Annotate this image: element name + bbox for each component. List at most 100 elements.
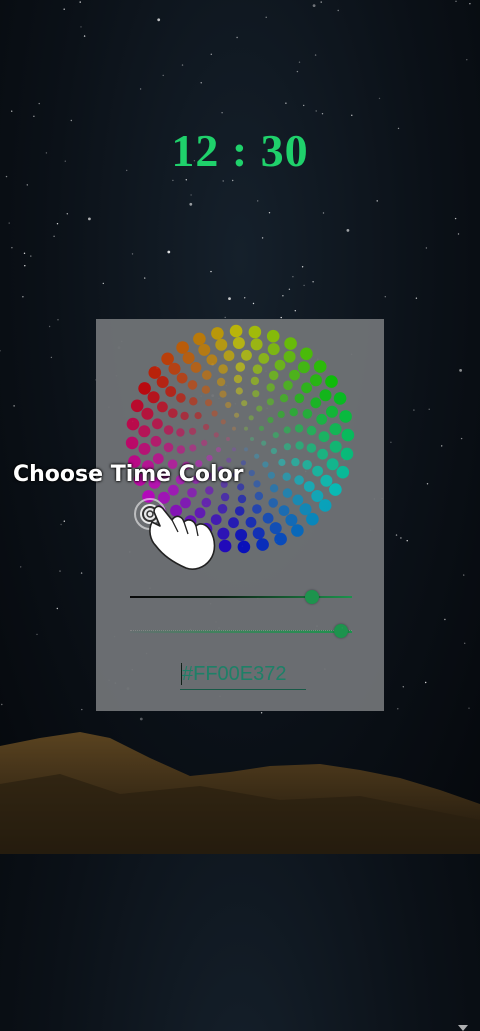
color-wheel-dot[interactable] bbox=[161, 352, 174, 366]
color-wheel-dot[interactable] bbox=[168, 362, 181, 375]
color-wheel-dot[interactable] bbox=[201, 439, 208, 446]
color-wheel-dot[interactable] bbox=[283, 350, 296, 363]
color-wheel-dot[interactable] bbox=[141, 407, 154, 420]
color-wheel-dot[interactable] bbox=[152, 418, 163, 430]
color-wheel-dot[interactable] bbox=[266, 329, 280, 343]
color-wheel-dot[interactable] bbox=[336, 465, 350, 479]
color-wheel-dot[interactable] bbox=[189, 427, 197, 435]
color-wheel-dot[interactable] bbox=[189, 397, 198, 406]
color-wheel-dot[interactable] bbox=[234, 412, 240, 418]
color-wheel-dot[interactable] bbox=[306, 512, 319, 526]
color-wheel-dot[interactable] bbox=[235, 529, 248, 541]
color-wheel-dot[interactable] bbox=[237, 494, 247, 504]
color-wheel-dot[interactable] bbox=[194, 412, 202, 420]
color-wheel-dot[interactable] bbox=[310, 397, 322, 409]
color-wheel-dot[interactable] bbox=[235, 387, 243, 395]
color-wheel-dot[interactable] bbox=[272, 432, 279, 439]
color-wheel-dot[interactable] bbox=[297, 361, 310, 374]
color-wheel-dot[interactable] bbox=[250, 338, 263, 351]
color-wheel-dot[interactable] bbox=[189, 444, 197, 452]
color-wheel-dot[interactable] bbox=[205, 399, 213, 407]
color-wheel-dot[interactable] bbox=[156, 376, 169, 388]
color-wheel-dot[interactable] bbox=[232, 426, 236, 431]
color-wheel-dot[interactable] bbox=[326, 405, 338, 418]
color-wheel-dot[interactable] bbox=[176, 445, 186, 454]
color-wheel-dot[interactable] bbox=[201, 385, 211, 394]
color-wheel-dot[interactable] bbox=[283, 443, 291, 451]
color-wheel-dot[interactable] bbox=[176, 341, 189, 354]
color-wheel-dot[interactable] bbox=[218, 364, 228, 374]
color-wheel-dot[interactable] bbox=[233, 374, 243, 384]
color-wheel-dot[interactable] bbox=[211, 410, 218, 417]
color-wheel-dot[interactable] bbox=[270, 447, 277, 455]
color-wheel-dot[interactable] bbox=[165, 386, 177, 397]
color-wheel-dot[interactable] bbox=[282, 472, 291, 481]
color-wheel-dot[interactable] bbox=[252, 364, 263, 374]
color-wheel-dot[interactable] bbox=[340, 447, 354, 461]
color-wheel-dot[interactable] bbox=[228, 517, 239, 529]
color-wheel-dot[interactable] bbox=[206, 454, 213, 462]
color-wheel-dot[interactable] bbox=[215, 338, 228, 351]
color-wheel-dot[interactable] bbox=[150, 435, 162, 447]
color-wheel-dot[interactable] bbox=[203, 423, 210, 431]
color-wheel-dot[interactable] bbox=[266, 383, 275, 392]
color-wheel-dot[interactable] bbox=[300, 347, 313, 361]
color-wheel-dot[interactable] bbox=[190, 362, 202, 373]
color-wheel-dot[interactable] bbox=[303, 481, 315, 492]
color-wheel-dot[interactable] bbox=[278, 458, 286, 466]
color-wheel-dot[interactable] bbox=[319, 389, 332, 402]
color-wheel-dot[interactable] bbox=[241, 349, 252, 361]
color-wheel-dot[interactable] bbox=[250, 437, 254, 441]
hex-color-input[interactable] bbox=[180, 659, 306, 690]
color-wheel-dot[interactable] bbox=[248, 415, 254, 421]
color-wheel-dot[interactable] bbox=[229, 324, 243, 338]
color-wheel-dot[interactable] bbox=[299, 503, 312, 516]
color-wheel-dot[interactable] bbox=[302, 460, 312, 470]
color-wheel-dot[interactable] bbox=[329, 483, 342, 496]
color-wheel-dot[interactable] bbox=[213, 432, 219, 438]
color-wheel-dot[interactable] bbox=[138, 425, 151, 438]
color-wheel-dot[interactable] bbox=[267, 416, 274, 424]
color-wheel-dot[interactable] bbox=[235, 362, 246, 372]
color-wheel-dot[interactable] bbox=[279, 394, 289, 403]
color-wheel-dot[interactable] bbox=[256, 538, 269, 551]
color-wheel-dot[interactable] bbox=[125, 436, 139, 450]
color-wheel-dot[interactable] bbox=[294, 393, 305, 404]
color-wheel-dot[interactable] bbox=[278, 505, 290, 516]
color-wheel-dot[interactable] bbox=[262, 461, 269, 468]
color-wheel-dot[interactable] bbox=[283, 426, 291, 434]
color-wheel-dot[interactable] bbox=[220, 419, 226, 425]
opacity-slider-thumb[interactable] bbox=[334, 624, 348, 638]
color-wheel-dot[interactable] bbox=[163, 442, 174, 453]
color-wheel-dot[interactable] bbox=[244, 447, 248, 452]
color-wheel-dot[interactable] bbox=[176, 393, 186, 403]
color-wheel-dot[interactable] bbox=[138, 442, 151, 455]
color-wheel-dot[interactable] bbox=[317, 448, 328, 460]
color-wheel-dot[interactable] bbox=[282, 488, 293, 498]
color-wheel-dot[interactable] bbox=[284, 337, 297, 350]
color-wheel-dot[interactable] bbox=[130, 399, 144, 413]
color-wheel-dot[interactable] bbox=[138, 382, 151, 395]
color-wheel-dot[interactable] bbox=[225, 401, 232, 409]
opacity-slider[interactable] bbox=[130, 621, 352, 641]
color-wheel-dot[interactable] bbox=[202, 370, 212, 380]
color-wheel-dot[interactable] bbox=[292, 494, 304, 506]
color-wheel-dot[interactable] bbox=[274, 532, 287, 546]
color-wheel-dot[interactable] bbox=[219, 390, 227, 398]
color-wheel-dot[interactable] bbox=[205, 486, 214, 495]
color-wheel-dot[interactable] bbox=[291, 457, 300, 467]
color-wheel-dot[interactable] bbox=[252, 390, 260, 398]
color-wheel-dot[interactable] bbox=[294, 475, 304, 485]
color-wheel-dot[interactable] bbox=[318, 499, 332, 512]
color-wheel-dot[interactable] bbox=[289, 369, 300, 381]
color-wheel-dot[interactable] bbox=[258, 353, 270, 364]
color-wheel-dot[interactable] bbox=[232, 447, 236, 452]
color-wheel-dot[interactable] bbox=[341, 428, 355, 442]
color-wheel-dot[interactable] bbox=[306, 443, 317, 453]
color-wheel-dot[interactable] bbox=[245, 516, 257, 528]
color-wheel-dot[interactable] bbox=[333, 392, 347, 405]
color-wheel-dot[interactable] bbox=[241, 400, 248, 407]
color-wheel-dot[interactable] bbox=[226, 437, 230, 441]
color-wheel-dot[interactable] bbox=[295, 441, 304, 450]
color-wheel-dot[interactable] bbox=[325, 375, 338, 388]
